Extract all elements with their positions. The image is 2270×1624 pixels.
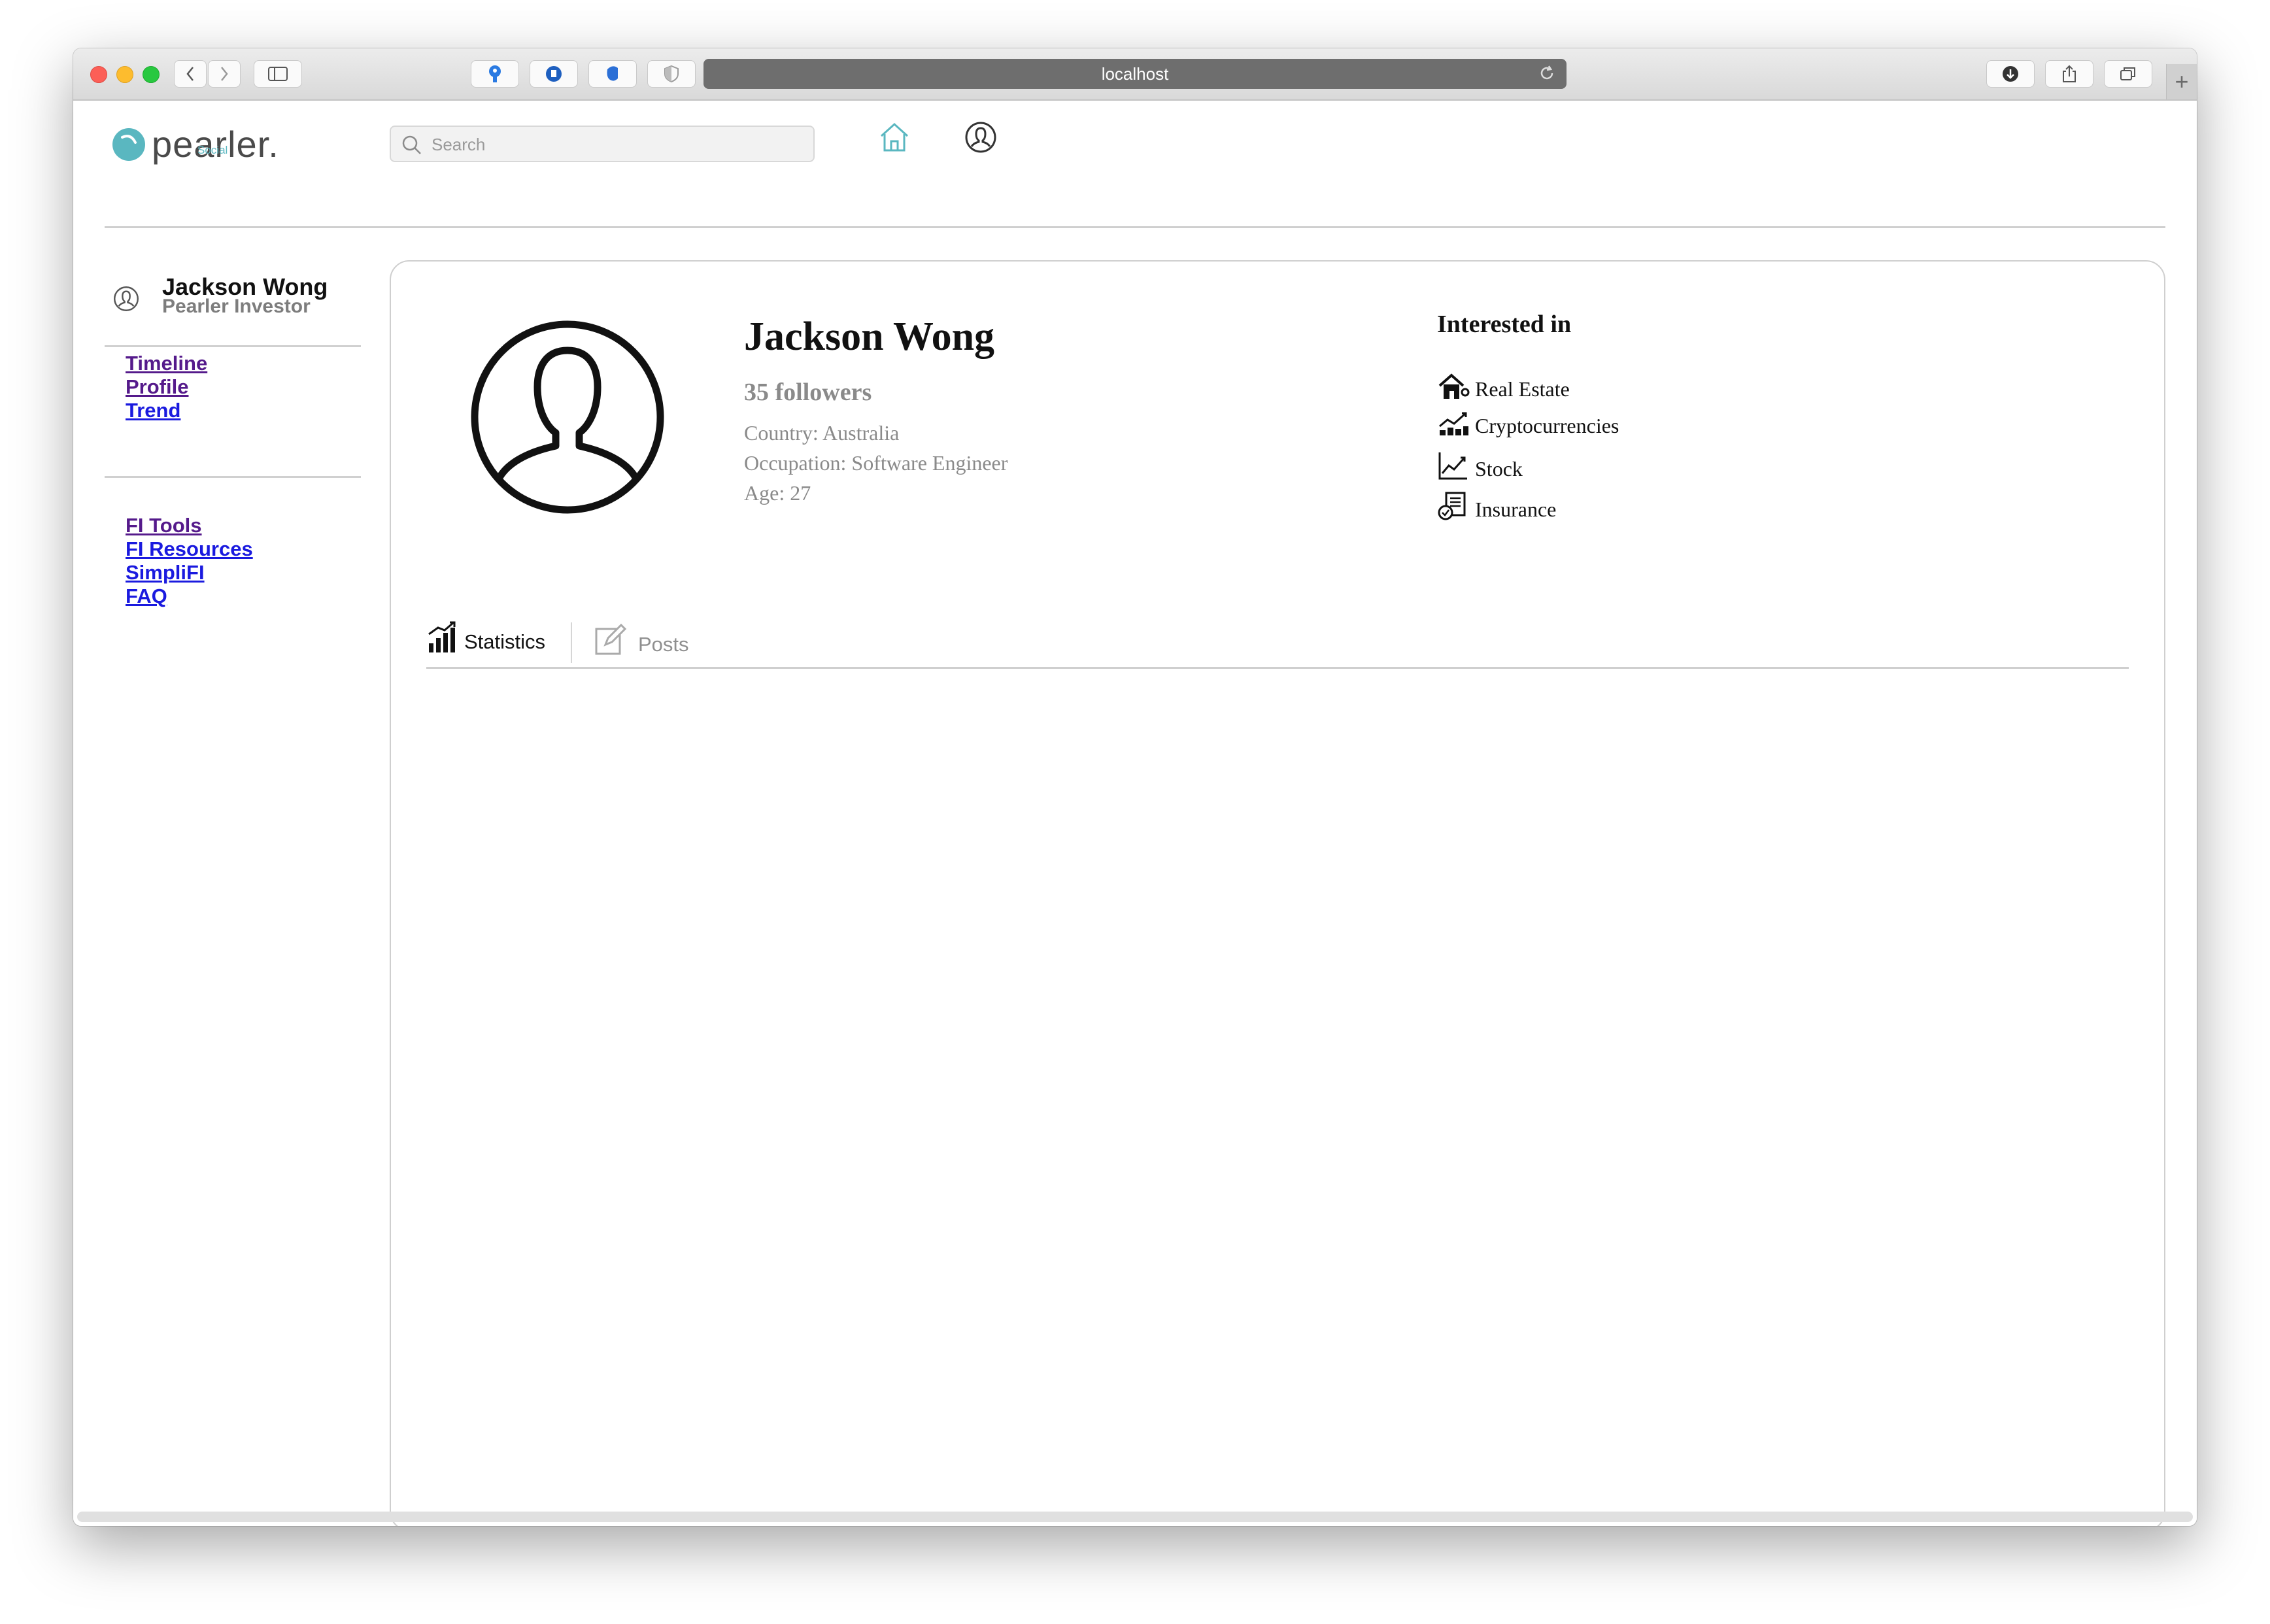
insurance-document-icon	[1438, 492, 1466, 520]
sidebar-nav: Timeline Profile Trend	[126, 352, 207, 422]
tab-statistics-label: Statistics	[464, 630, 546, 653]
sidebar-link-trend[interactable]: Trend	[126, 399, 207, 422]
bar-chart-icon	[428, 621, 456, 652]
interest-label: Real Estate	[1475, 377, 1570, 401]
search-icon	[402, 135, 421, 154]
interests-title: Interested in	[1437, 311, 1572, 338]
tab-statistics[interactable]: Statistics	[426, 620, 545, 654]
extension-button-2[interactable]	[530, 60, 578, 88]
horizontal-scrollbar[interactable]	[77, 1512, 2193, 1522]
tab-overview-button[interactable]	[2104, 60, 2152, 88]
download-icon	[2003, 66, 2018, 82]
web-page: pearler. Social Jackson Wong Pearler Inv…	[73, 101, 2197, 1526]
share-icon	[2063, 65, 2076, 82]
chevron-left-icon	[186, 67, 194, 81]
sidebar-link-fi-resources[interactable]: FI Resources	[126, 537, 253, 561]
logo-subtitle: Social	[197, 144, 228, 156]
interest-label: Stock	[1475, 457, 1523, 481]
pearler-logo-icon	[112, 127, 145, 161]
profile-name: Jackson Wong	[744, 314, 995, 359]
search-input[interactable]	[430, 127, 805, 162]
privacy-shield-icon	[664, 65, 679, 83]
extension-button-1[interactable]	[471, 60, 519, 88]
chevron-right-icon	[221, 67, 228, 81]
address-bar[interactable]: localhost	[703, 59, 1567, 89]
shield-extension-icon	[546, 66, 562, 82]
interest-item: Real Estate	[1437, 373, 1570, 401]
home-icon[interactable]	[877, 120, 911, 154]
profile-card: Jackson Wong 35 followers Country: Austr…	[390, 260, 2165, 1526]
tabs-divider	[426, 667, 2129, 669]
sidebar-resources: FI Tools FI Resources SimpliFI FAQ	[126, 514, 253, 608]
user-profile-icon[interactable]	[964, 120, 998, 154]
line-chart-icon	[1438, 452, 1467, 480]
sidebar-divider	[105, 345, 361, 347]
user-avatar-icon	[114, 286, 139, 311]
sidebar-link-fi-tools[interactable]: FI Tools	[126, 514, 253, 537]
plus-icon: +	[2175, 68, 2189, 95]
follower-count: 35 followers	[744, 379, 872, 406]
url-text: localhost	[1101, 63, 1169, 84]
interest-item: Insurance	[1437, 492, 1556, 522]
evernote-icon	[607, 66, 618, 81]
profile-occupation: Occupation: Software Engineer	[744, 451, 1008, 475]
close-window-button[interactable]	[90, 66, 107, 83]
extension-button-4[interactable]	[647, 60, 696, 88]
browser-window: localhost + pearler. Social Search Jacks…	[73, 48, 2197, 1526]
interest-item: Cryptocurrencies	[1437, 409, 1619, 438]
tab-posts[interactable]: Posts	[594, 622, 689, 656]
sidebar-toggle-button[interactable]	[254, 60, 302, 88]
zoom-window-button[interactable]	[143, 66, 160, 83]
share-button[interactable]	[2045, 60, 2093, 88]
sidebar-link-faq[interactable]: FAQ	[126, 584, 253, 608]
tab-posts-label: Posts	[638, 633, 689, 656]
back-button[interactable]	[174, 60, 207, 88]
interest-label: Cryptocurrencies	[1475, 414, 1619, 437]
extension-button-3[interactable]	[588, 60, 637, 88]
minimize-window-button[interactable]	[116, 66, 133, 83]
profile-avatar-icon	[471, 320, 664, 514]
reload-icon[interactable]	[1538, 64, 1556, 82]
profile-age: Age: 27	[744, 481, 811, 505]
interest-label: Insurance	[1475, 498, 1557, 521]
edit-post-icon	[595, 623, 627, 655]
crypto-chart-icon	[1439, 412, 1468, 435]
tab-separator	[571, 622, 572, 663]
sidebar-icon	[268, 67, 288, 81]
header-divider	[105, 226, 2165, 228]
tabs-icon	[2120, 67, 2135, 80]
interest-item: Stock	[1437, 450, 1523, 481]
house-icon	[1438, 373, 1470, 399]
pearler-logo[interactable]: pearler.	[111, 123, 279, 165]
sidebar-divider	[105, 476, 361, 478]
profile-country: Country: Australia	[744, 421, 900, 445]
password-key-icon	[489, 65, 501, 82]
forward-button[interactable]	[208, 60, 241, 88]
sidebar-link-profile[interactable]: Profile	[126, 375, 207, 399]
new-tab-button[interactable]: +	[2166, 64, 2197, 99]
downloads-button[interactable]	[1986, 60, 2035, 88]
sidebar-link-timeline[interactable]: Timeline	[126, 352, 207, 375]
sidebar-user-role: Pearler Investor	[162, 296, 311, 317]
browser-toolbar: localhost +	[73, 48, 2197, 101]
search-box[interactable]	[390, 126, 815, 162]
sidebar-link-simplifi[interactable]: SimpliFI	[126, 561, 253, 584]
